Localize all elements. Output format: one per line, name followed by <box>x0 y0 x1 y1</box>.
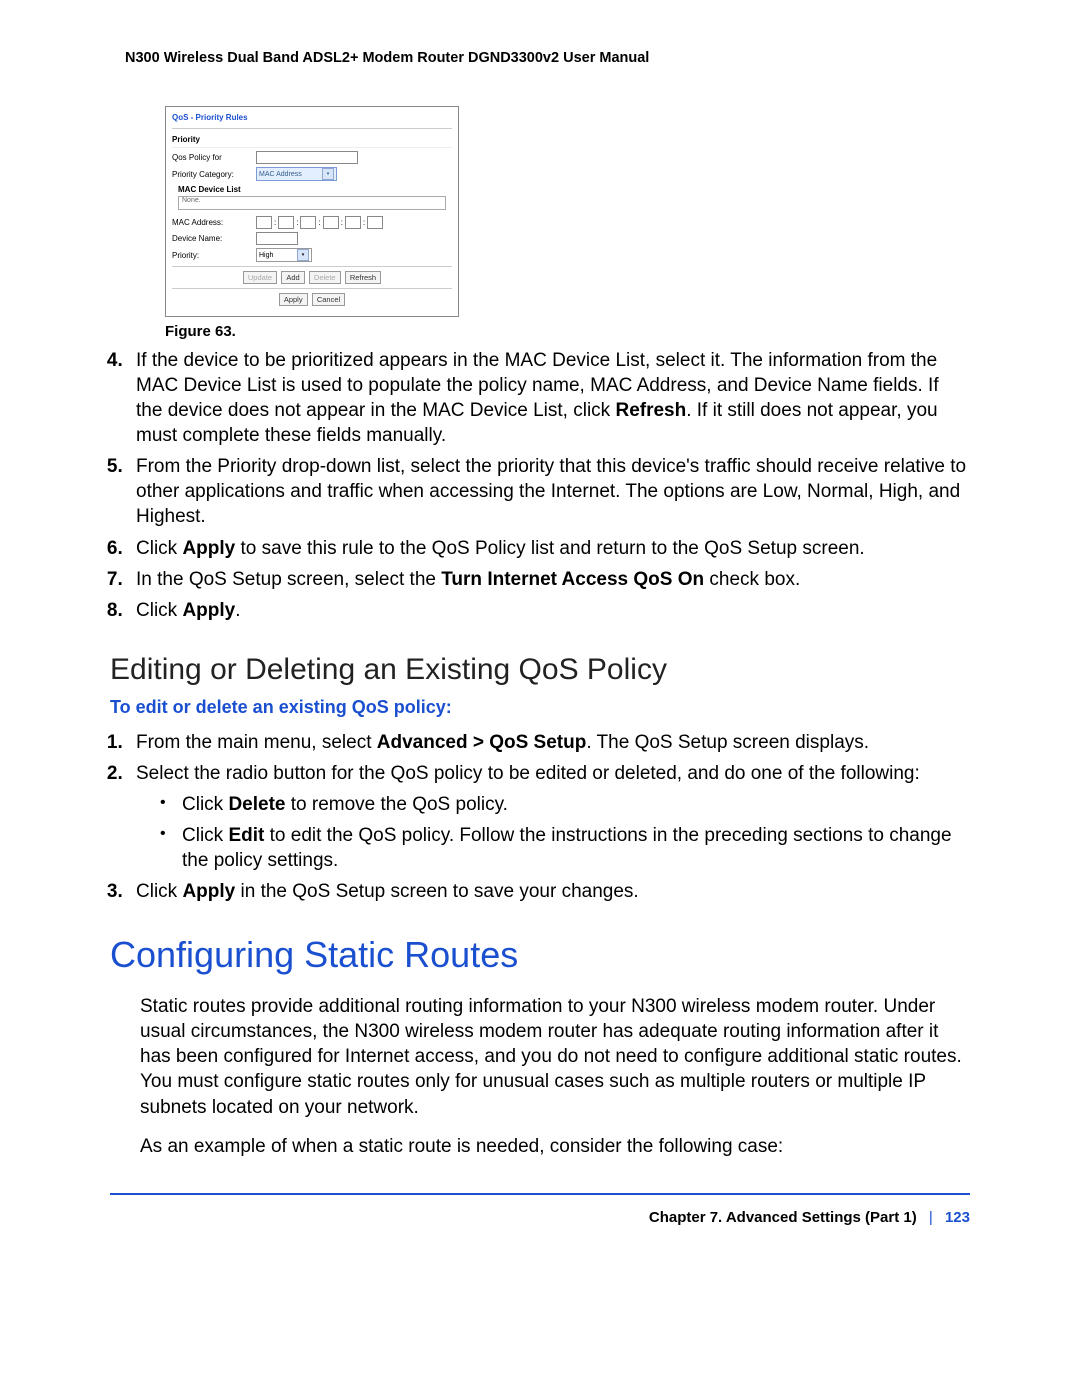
static-routes-example-lead: As an example of when a static route is … <box>140 1134 970 1159</box>
section-configuring-static-routes: Configuring Static Routes <box>110 934 970 976</box>
mac-byte-input[interactable] <box>345 216 361 229</box>
device-name-label: Device Name: <box>172 234 252 243</box>
footer-page-number: 123 <box>945 1209 970 1226</box>
add-button[interactable]: Add <box>281 271 304 284</box>
steps-list: If the device to be prioritized appears … <box>128 348 970 623</box>
panel-title: QoS - Priority Rules <box>172 113 452 129</box>
edit-step-1: From the main menu, select Advanced > Qo… <box>128 730 970 755</box>
figure-caption: Figure 63. <box>165 323 970 340</box>
device-name-input[interactable] <box>256 232 298 245</box>
section-edit-delete-qos: Editing or Deleting an Existing QoS Poli… <box>110 653 970 687</box>
priority-label: Priority: <box>172 251 252 260</box>
mac-byte-input[interactable] <box>300 216 316 229</box>
refresh-button[interactable]: Refresh <box>345 271 381 284</box>
qos-policy-for-label: Qos Policy for <box>172 153 252 162</box>
priority-select[interactable]: High ▾ <box>256 248 312 262</box>
mac-byte-input[interactable] <box>323 216 339 229</box>
page-footer: Chapter 7. Advanced Settings (Part 1) | … <box>110 1193 970 1226</box>
step-6: Click Apply to save this rule to the QoS… <box>128 536 970 561</box>
step-7: In the QoS Setup screen, select the Turn… <box>128 567 970 592</box>
edit-step-2: Select the radio button for the QoS poli… <box>128 761 970 873</box>
mac-byte-input[interactable] <box>278 216 294 229</box>
bullet-edit: Click Edit to edit the QoS policy. Follo… <box>160 823 970 873</box>
update-button[interactable]: Update <box>243 271 277 284</box>
chevron-down-icon: ▾ <box>297 249 309 261</box>
chevron-down-icon: ▾ <box>322 168 334 180</box>
priority-category-select[interactable]: MAC Address ▾ <box>256 167 337 181</box>
qos-policy-for-input[interactable] <box>256 151 358 164</box>
mac-byte-input[interactable] <box>367 216 383 229</box>
document-header: N300 Wireless Dual Band ADSL2+ Modem Rou… <box>110 50 970 66</box>
bullet-delete: Click Delete to remove the QoS policy. <box>160 792 970 817</box>
step-4: If the device to be prioritized appears … <box>128 348 970 448</box>
edit-step-3: Click Apply in the QoS Setup screen to s… <box>128 879 970 904</box>
mac-address-label: MAC Address: <box>172 218 252 227</box>
instruction-heading: To edit or delete an existing QoS policy… <box>110 697 970 718</box>
apply-button[interactable]: Apply <box>279 293 308 306</box>
static-routes-intro: Static routes provide additional routing… <box>140 994 970 1119</box>
step-5: From the Priority drop-down list, select… <box>128 454 970 529</box>
mac-byte-input[interactable] <box>256 216 272 229</box>
priority-category-value: MAC Address <box>259 171 302 178</box>
qos-screenshot: QoS - Priority Rules Priority Qos Policy… <box>165 106 459 317</box>
mac-address-inputs: : : : : : <box>256 216 383 229</box>
mac-device-list-header: MAC Device List <box>172 185 452 194</box>
step-8: Click Apply. <box>128 598 970 623</box>
priority-value: High <box>259 252 273 259</box>
priority-category-label: Priority Category: <box>172 170 252 179</box>
footer-chapter: Chapter 7. Advanced Settings (Part 1) <box>649 1209 917 1226</box>
edit-delete-steps: From the main menu, select Advanced > Qo… <box>128 730 970 904</box>
cancel-button[interactable]: Cancel <box>312 293 345 306</box>
mac-device-list[interactable]: None. <box>178 196 446 210</box>
delete-button[interactable]: Delete <box>309 271 341 284</box>
priority-subheader: Priority <box>172 135 452 148</box>
